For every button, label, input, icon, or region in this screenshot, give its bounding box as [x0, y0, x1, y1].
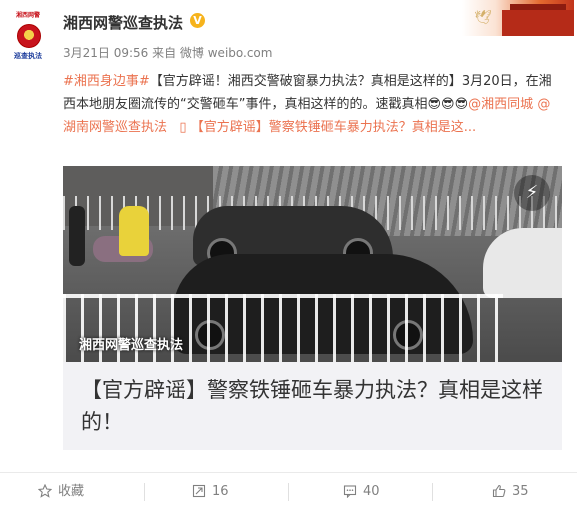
article-link-text: 【官方辟谣】警察铁锤砸车暴力执法？真相是这... [190, 120, 477, 135]
avatar[interactable]: 湘西网警 巡查执法 [9, 12, 47, 68]
lightning-icon[interactable]: ⚡ [514, 175, 550, 211]
comment-button[interactable]: 40 [343, 473, 380, 510]
repost-button[interactable]: 16 [192, 473, 229, 510]
star-icon [37, 483, 53, 498]
post-image[interactable]: 湘西网警巡查执法 ⚡ [63, 166, 562, 362]
post-text: #湘西身边事#【官方辟谣！湘西交警破窗暴力执法？真相是这样的】3月20日，在湘西… [63, 70, 563, 139]
article-link[interactable]: ▯ 【官方辟谣】警察铁锤砸车暴力执法？真相是这... [171, 120, 476, 135]
gate-wall [502, 10, 574, 36]
action-bar: 收藏 16 40 35 [0, 472, 577, 510]
police-emblem-icon [17, 24, 41, 48]
emoji-sunglasses: 😎😎😎 [427, 97, 469, 112]
dove-icon: 🕊 [474, 10, 492, 26]
white-car [483, 228, 562, 298]
decorative-banner: 🕊 [462, 0, 574, 36]
post-meta[interactable]: 3月21日 09:56 来自 微博 weibo.com [63, 44, 272, 61]
link-card-title: 【官方辟谣】警察铁锤砸车暴力执法？真相是这样的！ [81, 378, 543, 434]
divider [432, 483, 433, 501]
favorite-button[interactable]: 收藏 [37, 473, 85, 510]
comment-count: 40 [363, 484, 380, 499]
divider [144, 483, 145, 501]
favorite-label: 收藏 [58, 484, 85, 499]
weibo-post-card: 湘西网警 巡查执法 湘西网警巡查执法 V 3月21日 09:56 来自 微博 w… [0, 0, 577, 509]
web-link-icon: ▯ [179, 120, 187, 135]
image-watermark: 湘西网警巡查执法 [79, 338, 184, 353]
account-name[interactable]: 湘西网警巡查执法 [63, 12, 183, 33]
repost-count: 16 [212, 484, 229, 499]
repost-icon [192, 484, 206, 498]
divider [288, 483, 289, 501]
scooter-rider [119, 206, 149, 256]
avatar-caption-top: 湘西网警 [15, 12, 40, 19]
avatar-caption-bottom: 巡查执法 [14, 52, 42, 60]
post-headline: 【官方辟谣！湘西交警破窗暴力执法？真相是这样的】 [149, 74, 462, 89]
like-button[interactable]: 35 [492, 473, 529, 510]
verified-badge-icon: V [190, 13, 205, 28]
pedestrian [69, 206, 85, 266]
thumbs-up-icon [492, 484, 506, 498]
mention-xiangxi-tongcheng[interactable]: @湘西同城 [468, 97, 533, 112]
topic-link[interactable]: #湘西身边事# [63, 74, 150, 89]
like-count: 35 [512, 484, 529, 499]
link-card[interactable]: 【官方辟谣】警察铁锤砸车暴力执法？真相是这样的！ [63, 362, 562, 450]
comment-icon [343, 485, 357, 499]
